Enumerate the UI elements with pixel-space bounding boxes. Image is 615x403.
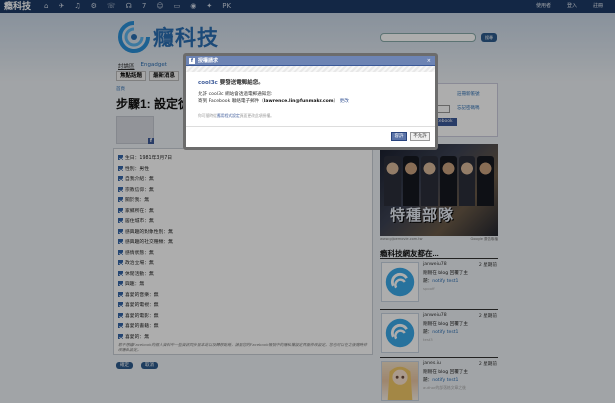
change-email-link[interactable]: 更改 [340, 99, 349, 104]
deny-button[interactable]: 不允許 [410, 132, 430, 141]
dialog-title: 授權請求 [198, 58, 219, 64]
dialog-heading: cool3c 要發送電郵給您。 [198, 80, 264, 86]
dialog-email-line: 寄到 Facebook 聯絡電子郵件（lawrence.lin@funmakr.… [198, 99, 349, 104]
dialog-body: f 授權請求 × cool3c 要發送電郵給您。 允許 cool3c 網站會透過… [186, 56, 435, 147]
close-icon[interactable]: × [427, 57, 431, 65]
email-address: lawrence.lin@funmakr.com [263, 99, 334, 104]
permission-request-dialog: f 授權請求 × cool3c 要發送電郵給您。 允許 cool3c 網站會透過… [183, 53, 438, 150]
dialog-footnote: 你可隨時從應用程式設定頁面更改此項授權。 [198, 113, 274, 118]
app-name-link[interactable]: cool3c [198, 80, 218, 86]
allow-button[interactable]: 容許 [391, 132, 407, 141]
dialog-description: 允許 cool3c 網站會透過電郵通知您: [198, 92, 273, 97]
app-settings-link[interactable]: 應用程式設定 [217, 113, 240, 118]
dialog-header: f 授權請求 × [186, 56, 435, 66]
facebook-icon: f [189, 58, 195, 64]
dialog-divider-strip [186, 66, 435, 72]
dialog-divider [186, 126, 435, 127]
